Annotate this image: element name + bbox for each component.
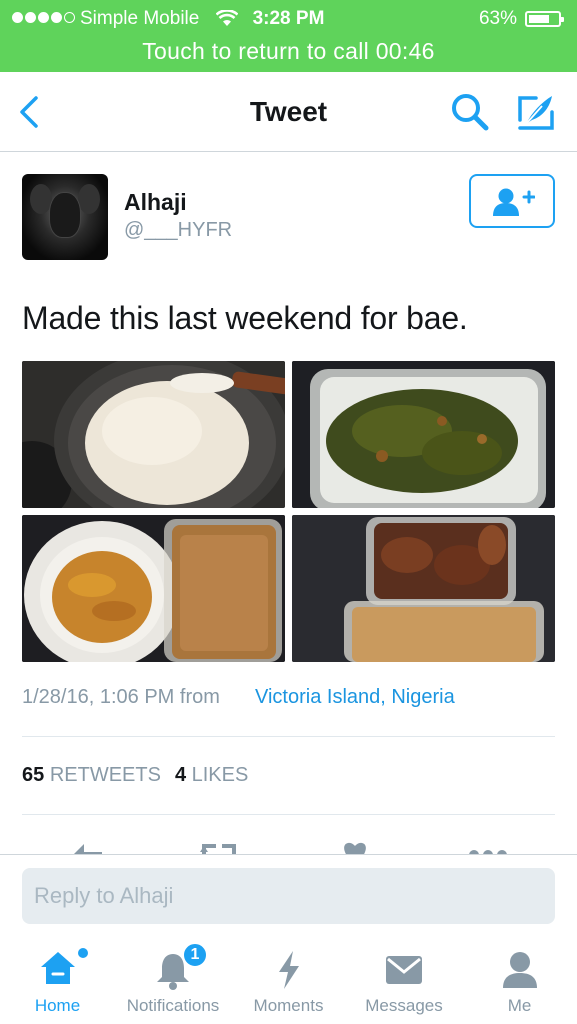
add-user-icon (493, 188, 535, 216)
retweets-stat[interactable]: 65 RETWEETS (22, 764, 161, 786)
tweet-photo[interactable] (292, 515, 555, 662)
user-handle[interactable]: @___HYFR (124, 219, 232, 242)
in-call-status-bar[interactable]: Simple Mobile 3:28 PM 63% Touch to retur… (0, 0, 577, 72)
tab-label: Home (34, 996, 81, 1015)
lightning-icon (278, 951, 299, 989)
tweet-stats: 65 RETWEETS 4 LIKES (22, 764, 248, 787)
return-to-call-banner[interactable]: Touch to return to call 00:46 (0, 38, 577, 65)
likes-stat[interactable]: 4 LIKES (175, 764, 248, 786)
tab-home[interactable]: Home (0, 940, 115, 1024)
user-display-name[interactable]: Alhaji (124, 189, 187, 216)
follow-button[interactable] (469, 174, 555, 228)
status-row: Simple Mobile 3:28 PM 63% (0, 6, 577, 32)
tab-bar: Home 1 Notifications Moments Messages Me (0, 940, 577, 1024)
tab-me[interactable]: Me (462, 940, 577, 1024)
envelope-icon (386, 956, 422, 984)
retweet-label: RETWEETS (49, 764, 161, 786)
home-unread-dot (78, 948, 88, 958)
tab-notifications[interactable]: 1 Notifications (115, 940, 231, 1024)
avatar-art (49, 192, 81, 238)
reply-composer: Reply to Alhaji (0, 854, 577, 940)
person-icon (502, 952, 537, 988)
tab-messages[interactable]: Messages (346, 940, 462, 1024)
tweet-action-row (0, 830, 577, 854)
avatar[interactable] (22, 174, 108, 260)
photo-plantain-jollof (22, 515, 285, 662)
compose-tweet-button[interactable] (514, 90, 558, 134)
search-icon (452, 94, 489, 131)
tab-label: Messages (365, 996, 443, 1015)
reply-input[interactable]: Reply to Alhaji (22, 868, 555, 924)
like-label: LIKES (191, 764, 249, 786)
navigation-bar: Tweet (0, 72, 577, 152)
avatar-art (78, 184, 100, 214)
location-link[interactable]: Victoria Island, Nigeria (255, 686, 455, 709)
more-options-icon[interactable] (468, 840, 508, 854)
divider (22, 736, 555, 737)
tab-label: Me (507, 996, 532, 1015)
home-icon (40, 952, 75, 984)
battery-icon (525, 11, 564, 27)
tweet-timestamp: 1/28/16, 1:06 PM from (22, 686, 220, 708)
tweet-text: Made this last weekend for bae. (22, 300, 468, 336)
notification-badge: 1 (182, 942, 208, 968)
tweet-photo[interactable] (22, 515, 285, 662)
tab-moments[interactable]: Moments (231, 940, 346, 1024)
divider (22, 814, 555, 815)
like-count: 4 (174, 764, 187, 786)
search-button[interactable] (449, 91, 491, 133)
tab-label: Moments (253, 996, 324, 1015)
battery-percentage: 63% (478, 8, 517, 29)
reply-icon[interactable] (70, 840, 104, 854)
compose-feather-icon (518, 96, 554, 130)
retweet-count: 65 (22, 764, 45, 786)
photo-vegetable-soup (292, 361, 555, 508)
photo-chicken-rice (292, 515, 555, 662)
photo-fufu-pot (22, 361, 285, 508)
tweet-photo[interactable] (22, 361, 285, 508)
tweet-photo[interactable] (292, 361, 555, 508)
retweet-icon[interactable] (200, 840, 238, 854)
tab-label: Notifications (126, 996, 220, 1015)
like-heart-icon[interactable] (340, 840, 370, 854)
